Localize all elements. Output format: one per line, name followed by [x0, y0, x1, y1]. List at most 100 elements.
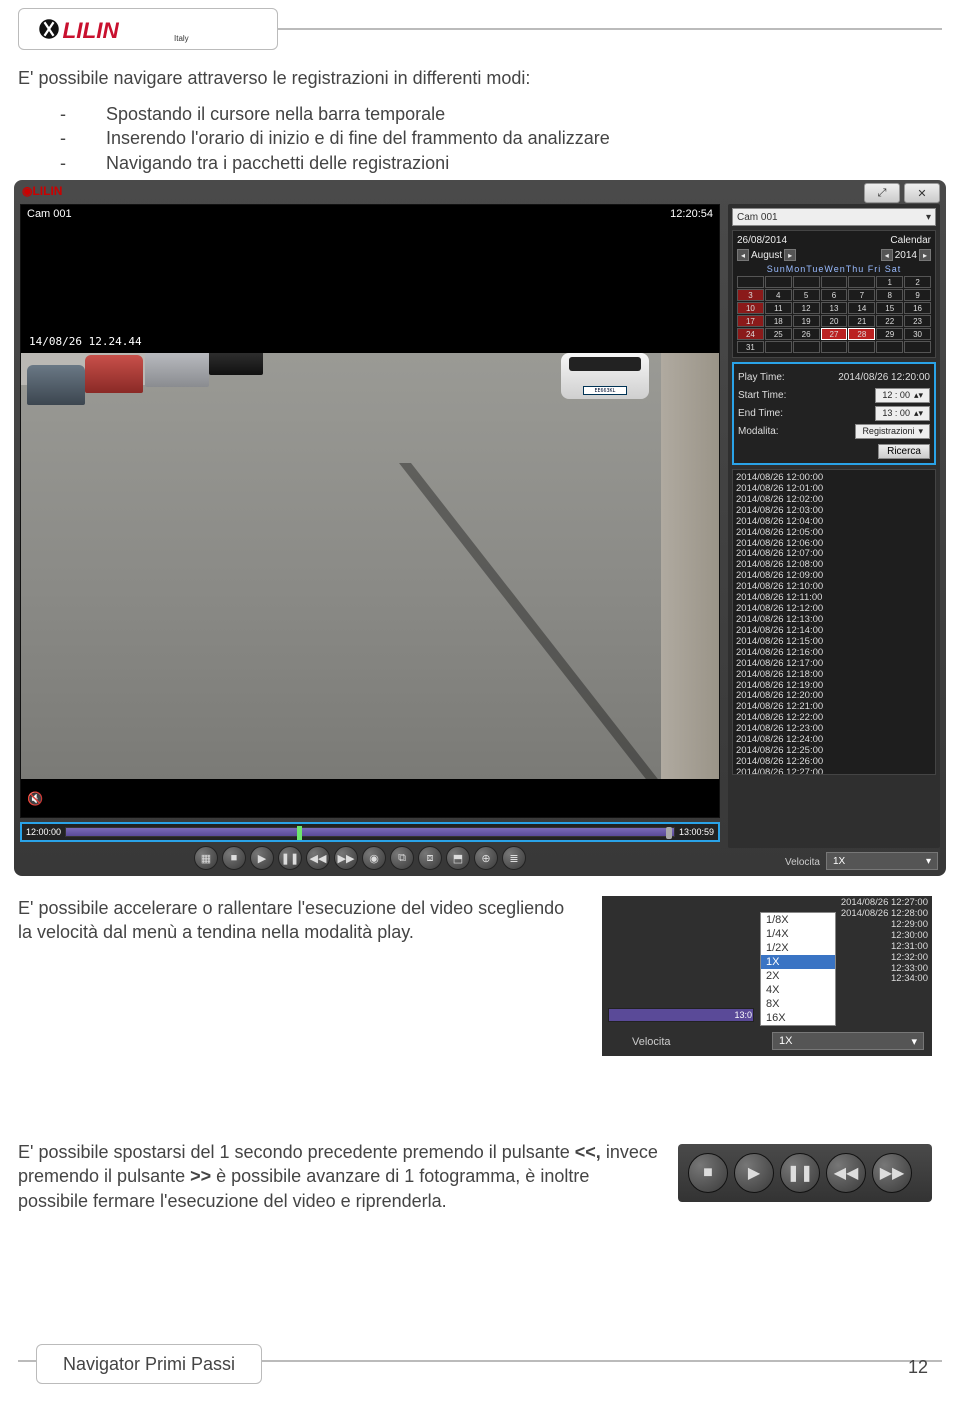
cal-day[interactable]: 6	[821, 289, 848, 301]
forward-button[interactable]: ▶▶	[872, 1153, 912, 1193]
cal-day[interactable]: 29	[876, 328, 903, 340]
cal-day[interactable]: 28	[848, 328, 875, 340]
stop-button[interactable]: ■	[222, 846, 246, 870]
month-prev[interactable]: ◂	[737, 249, 749, 261]
recording-list[interactable]: 2014/08/26 12:00:002014/08/26 12:01:0020…	[732, 469, 936, 775]
timeline-handle[interactable]	[666, 827, 672, 839]
cal-day[interactable]: 7	[848, 289, 875, 301]
cal-day[interactable]	[848, 341, 875, 353]
cal-day[interactable]: 17	[737, 315, 764, 327]
recording-item[interactable]: 2014/08/26 12:27:00	[736, 768, 932, 775]
play-button[interactable]: ▶	[250, 846, 274, 870]
cal-day[interactable]	[765, 276, 792, 288]
year-next[interactable]: ▸	[919, 249, 931, 261]
cal-day[interactable]	[821, 341, 848, 353]
fullscreen-button[interactable]: ⤢	[864, 183, 900, 203]
rewind-button[interactable]: ◀◀	[306, 846, 330, 870]
speed-option[interactable]: 2X	[761, 969, 835, 983]
cal-day[interactable]: 19	[793, 315, 820, 327]
cal-day[interactable]: 13	[821, 302, 848, 314]
cal-day[interactable]: 11	[765, 302, 792, 314]
month-next[interactable]: ▸	[784, 249, 796, 261]
speed-option[interactable]: 1X	[761, 955, 835, 969]
play-button[interactable]: ▶	[734, 1153, 774, 1193]
timeline-bar[interactable]	[65, 827, 675, 837]
mute-icon[interactable]: 🔇	[27, 791, 43, 807]
pause-button[interactable]: ❚❚	[278, 846, 302, 870]
cal-day[interactable]	[821, 276, 848, 288]
cal-day[interactable]: 3	[737, 289, 764, 301]
cal-day[interactable]	[904, 341, 931, 353]
speed-menu[interactable]: 1/8X1/4X1/2X1X2X4X8X16X	[760, 912, 836, 1026]
cal-day[interactable]: 26	[793, 328, 820, 340]
pause-button[interactable]: ❚❚	[780, 1153, 820, 1193]
cal-day[interactable]: 15	[876, 302, 903, 314]
cal-day[interactable]: 14	[848, 302, 875, 314]
cal-day[interactable]	[765, 341, 792, 353]
recording-item[interactable]: 2014/08/26 12:17:00	[736, 659, 932, 670]
speed-option[interactable]: 4X	[761, 983, 835, 997]
cal-day[interactable]: 16	[904, 302, 931, 314]
mini-speed-label: Velocita	[632, 1036, 671, 1048]
cal-day[interactable]: 9	[904, 289, 931, 301]
cal-day[interactable]: 12	[793, 302, 820, 314]
cal-day[interactable]: 18	[765, 315, 792, 327]
cal-day[interactable]: 20	[821, 315, 848, 327]
recording-item[interactable]: 2014/08/26 12:04:00	[736, 517, 932, 528]
cal-day[interactable]	[848, 276, 875, 288]
start-time-input[interactable]: 12 : 00▴▾	[875, 388, 930, 403]
bullet-list: -Spostando il cursore nella barra tempor…	[60, 102, 610, 175]
layout-button[interactable]: ⬒	[446, 846, 470, 870]
cal-day[interactable]: 4	[765, 289, 792, 301]
timeline[interactable]: 12:00:00 13:00:59	[20, 822, 720, 842]
recording-item[interactable]: 2014/08/26 12:05:00	[736, 528, 932, 539]
cal-day[interactable]: 2	[904, 276, 931, 288]
zoom-button[interactable]: ⊕	[474, 846, 498, 870]
top-rule	[278, 28, 942, 30]
rewind-button[interactable]: ◀◀	[826, 1153, 866, 1193]
cal-day[interactable]: 27	[821, 328, 848, 340]
close-button[interactable]: ✕	[904, 183, 940, 203]
cal-day[interactable]	[876, 341, 903, 353]
snapshot-button[interactable]: ⧉	[390, 846, 414, 870]
cal-day[interactable]: 5	[793, 289, 820, 301]
speed-option[interactable]: 1/8X	[761, 913, 835, 927]
year-prev[interactable]: ◂	[881, 249, 893, 261]
cal-day[interactable]: 22	[876, 315, 903, 327]
speed-option[interactable]: 8X	[761, 997, 835, 1011]
speed-text: E' possibile accelerare o rallentare l'e…	[18, 896, 578, 945]
cal-day[interactable]: 8	[876, 289, 903, 301]
list-button[interactable]: ≣	[502, 846, 526, 870]
cal-day[interactable]: 1	[876, 276, 903, 288]
cal-day[interactable]: 23	[904, 315, 931, 327]
cal-day[interactable]	[793, 341, 820, 353]
cal-day[interactable]: 10	[737, 302, 764, 314]
grid-button[interactable]: ▦	[194, 846, 218, 870]
chevron-down-icon: ▾	[911, 1035, 917, 1048]
cal-day[interactable]: 21	[848, 315, 875, 327]
recording-item[interactable]: 2014/08/26 12:18:00	[736, 670, 932, 681]
cal-day[interactable]: 25	[765, 328, 792, 340]
mini-timeline[interactable]	[608, 1008, 754, 1022]
speed-option[interactable]: 1/2X	[761, 941, 835, 955]
camera-select[interactable]: Cam 001▾	[732, 208, 936, 226]
speed-option[interactable]: 1/4X	[761, 927, 835, 941]
cal-day[interactable]: 31	[737, 341, 764, 353]
record-button[interactable]: ◉	[362, 846, 386, 870]
timeline-cursor[interactable]	[297, 826, 302, 840]
speed-select[interactable]: 1X▾	[826, 852, 938, 870]
cal-day[interactable]: 30	[904, 328, 931, 340]
cal-day[interactable]: 24	[737, 328, 764, 340]
export-button[interactable]: ⧈	[418, 846, 442, 870]
chevron-down-icon: ▾	[926, 856, 931, 867]
cal-day[interactable]	[793, 276, 820, 288]
mini-speed-select[interactable]: 1X▾	[772, 1032, 924, 1050]
mode-select[interactable]: Registrazioni▾	[855, 424, 930, 439]
speed-option[interactable]: 16X	[761, 1011, 835, 1025]
end-time-input[interactable]: 13 : 00▴▾	[875, 406, 930, 421]
cal-day[interactable]	[737, 276, 764, 288]
search-button[interactable]: Ricerca	[878, 444, 930, 459]
stop-button[interactable]: ■	[688, 1153, 728, 1193]
sidebar: Cam 001▾ 26/08/2014 Calendar ◂August▸ ◂2…	[728, 204, 940, 848]
forward-button[interactable]: ▶▶	[334, 846, 358, 870]
